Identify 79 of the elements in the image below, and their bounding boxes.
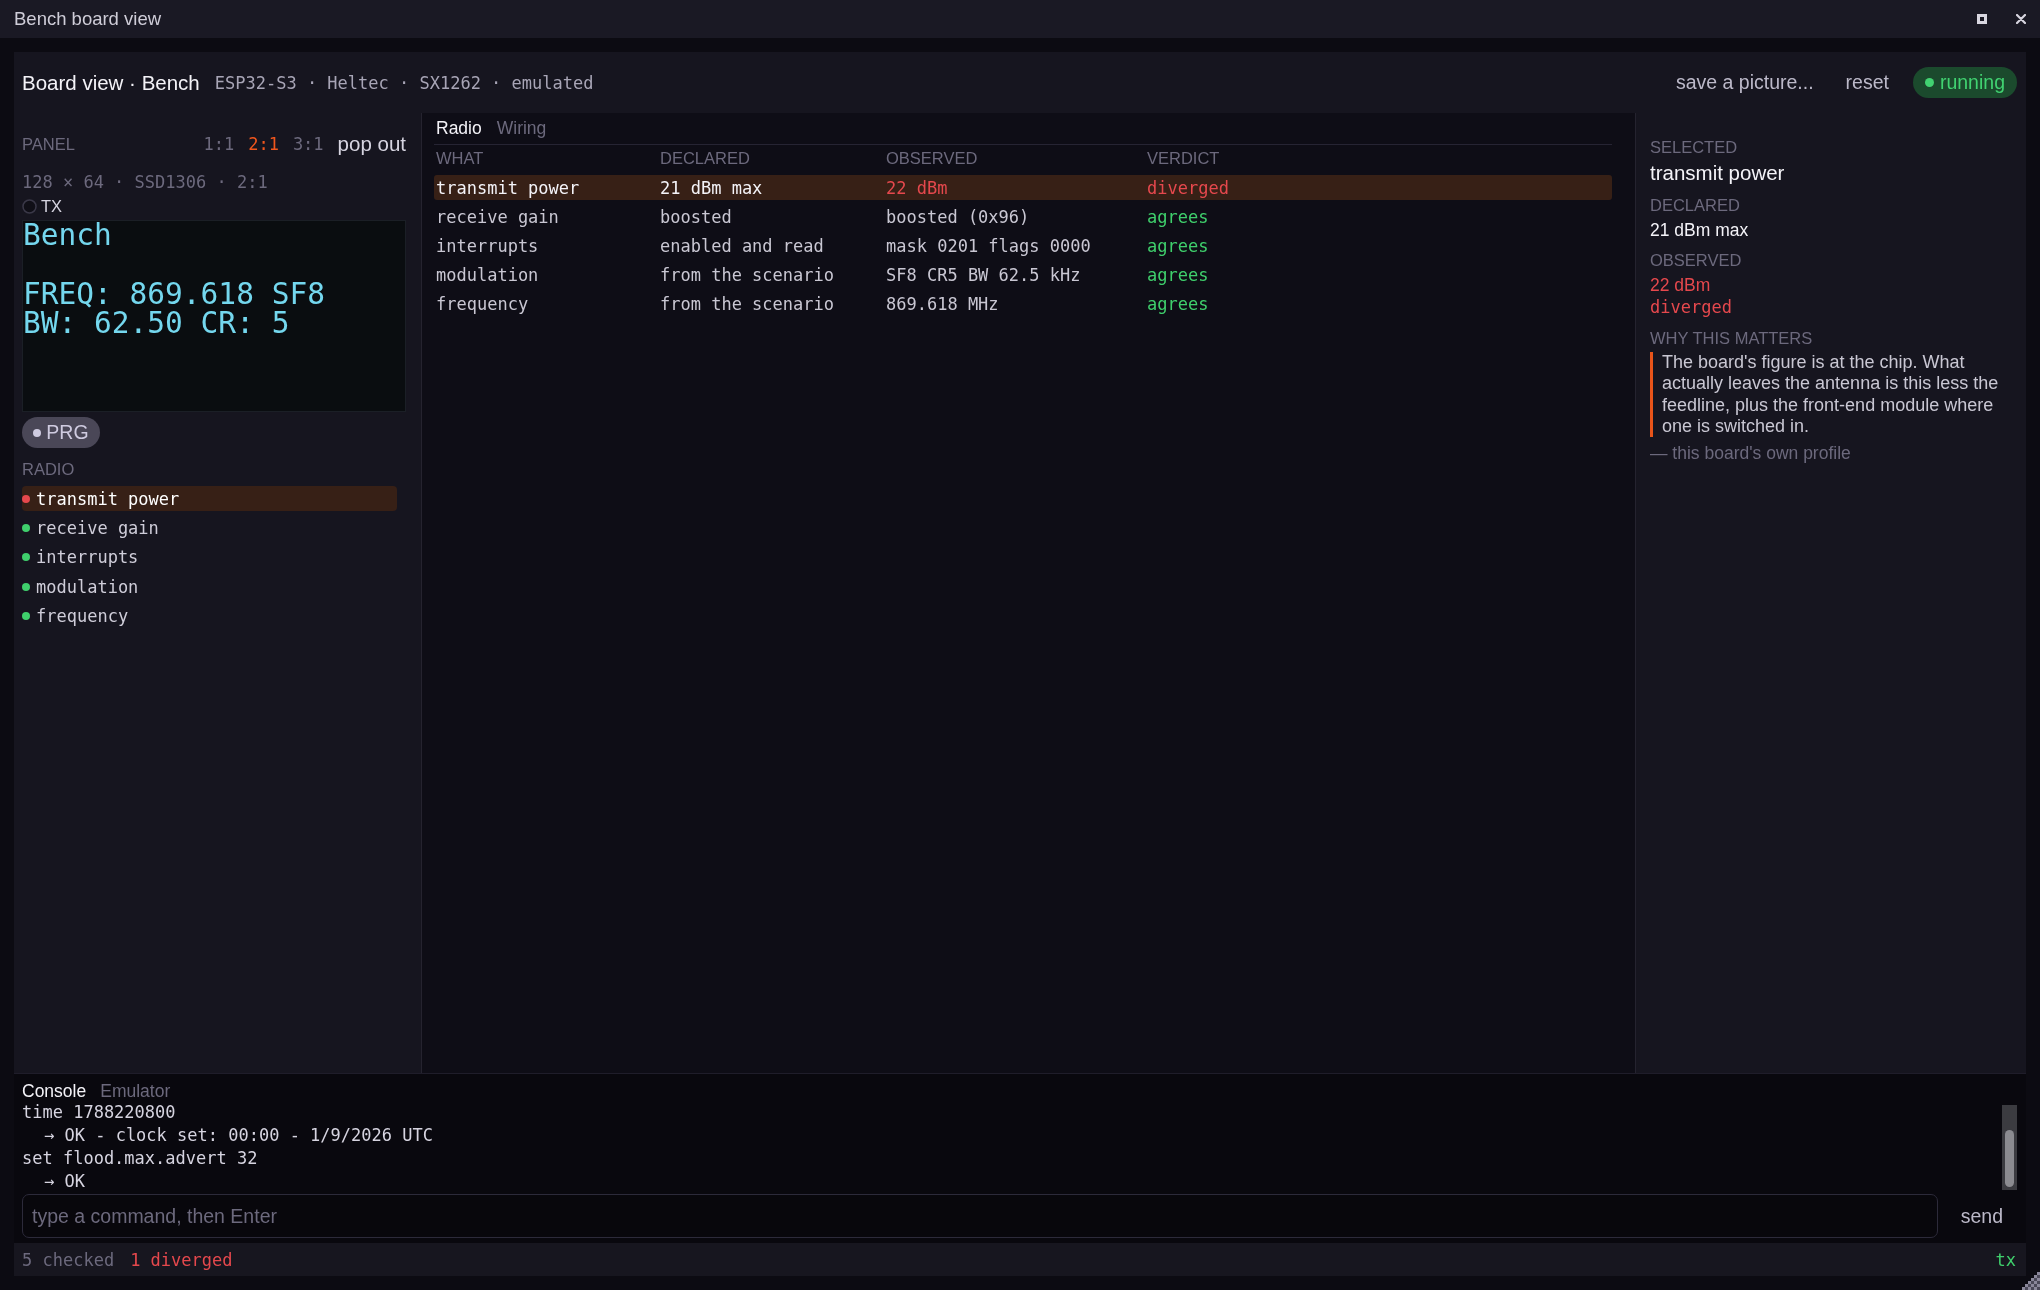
- source-text: — this board's own profile: [1650, 443, 1851, 464]
- log-line: set flood.max.advert 32: [22, 1147, 258, 1170]
- table-cell-text: receive gain: [436, 206, 560, 227]
- radio-list-item[interactable]: modulation: [22, 574, 397, 600]
- section-label: RADIO: [22, 460, 75, 478]
- radio-list-item[interactable]: interrupts: [22, 544, 397, 570]
- radio-list-item[interactable]: transmit power: [22, 486, 397, 511]
- log-line: → OK: [44, 1170, 85, 1193]
- detail-value: 22 dBm: [1650, 275, 1711, 295]
- table-cell-text: 869.618 MHz: [886, 294, 1000, 315]
- board-info: ESP32-S3 · Heltec · SX1262 · emulated: [214, 72, 594, 93]
- table-row[interactable]: transmit power 21 dBm max 22 dBm diverged: [434, 175, 1612, 200]
- maximize-icon[interactable]: [1977, 14, 1987, 24]
- dot-icon: [33, 428, 42, 437]
- table-cell-text: boosted (0x96): [886, 206, 1031, 227]
- column-header: OBSERVED: [886, 148, 979, 168]
- table-cell-text: agrees: [1147, 265, 1210, 286]
- table-cell-text: frequency: [436, 294, 530, 315]
- log-line: time 1788220800: [22, 1101, 176, 1124]
- reset-button[interactable]: reset: [1845, 71, 1889, 94]
- checked-count: 5 checked: [22, 1249, 115, 1270]
- oled-line: FREQ: 869.618 SF8: [23, 279, 325, 310]
- table-cell-text: enabled and read: [660, 235, 825, 256]
- oled-line: BW: 62.50 CR: 5: [23, 309, 290, 339]
- tab[interactable]: Console: [22, 1080, 87, 1102]
- detail-value: transmit power: [1650, 161, 1785, 185]
- oled-heading: Bench: [23, 221, 112, 251]
- table-cell-text: from the scenario: [660, 265, 835, 286]
- table-cell-text: agrees: [1147, 294, 1210, 315]
- table-cell-text: agrees: [1147, 235, 1210, 256]
- status-dot-icon: [1924, 78, 1934, 87]
- table-cell-text: 21 dBm max: [660, 177, 764, 198]
- table-cell-text: mask 0201 flags 0000: [886, 235, 1092, 256]
- command-input[interactable]: type a command, then Enter: [22, 1194, 1938, 1238]
- verdict-text: diverged: [1650, 297, 1732, 317]
- table-cell-text: SF8 CR5 BW 62.5 kHz: [886, 265, 1082, 286]
- close-icon[interactable]: [2016, 14, 2026, 24]
- column-header: WHAT: [436, 148, 485, 168]
- radio-list-item[interactable]: receive gain: [22, 515, 397, 541]
- panel-label: PANEL: [22, 135, 75, 153]
- table-cell-text: boosted: [660, 206, 733, 227]
- detail-label: SELECTED: [1650, 137, 1738, 157]
- column-header: DECLARED: [660, 148, 751, 168]
- window-title: Bench board view: [14, 8, 162, 30]
- table-row[interactable]: frequency from the scenario 869.618 MHz agrees: [434, 291, 1612, 317]
- table-row[interactable]: interrupts enabled and read mask 0201 flags 0000 agrees: [434, 233, 1612, 259]
- prg-button[interactable]: PRG: [22, 417, 100, 448]
- table-row[interactable]: receive gain boosted boosted (0x96) agrees: [434, 204, 1612, 230]
- table-cell-text: interrupts: [436, 235, 540, 256]
- table-row[interactable]: modulation from the scenario SF8 CR5 BW 62.5 kHz agrees: [434, 262, 1612, 288]
- table-cell-text: diverged: [1147, 177, 1230, 198]
- detail-value: 21 dBm max: [1650, 220, 1749, 240]
- section-label: WHY THIS MATTERS: [1650, 328, 1813, 348]
- column-header: VERDICT: [1147, 148, 1221, 168]
- tab[interactable]: Wiring: [496, 118, 547, 139]
- resize-grip-icon[interactable]: [2022, 1272, 2040, 1290]
- table-cell-text: modulation: [436, 265, 540, 286]
- save-picture-button[interactable]: save a picture...: [1675, 71, 1814, 94]
- tx-indicator: tx: [1995, 1249, 2016, 1270]
- quote-text: The board's figure is at the chip. What actually leaves the antenna is this less the feedline, plus the front-end module where one is switched in.: [1650, 352, 2012, 438]
- radio-list-item[interactable]: frequency: [22, 603, 397, 629]
- led-label: TX: [41, 196, 63, 216]
- log-line: → OK - clock set: 00:00 - 1/9/2026 UTC: [44, 1124, 433, 1147]
- detail-label: DECLARED: [1650, 195, 1740, 215]
- table-cell-text: 22 dBm: [886, 177, 949, 198]
- status-label: running: [1939, 71, 2005, 94]
- scale-option[interactable]: 2:1: [248, 134, 279, 154]
- send-button[interactable]: send: [1960, 1204, 2003, 1228]
- scrollbar[interactable]: [2002, 1105, 2017, 1190]
- table-cell-text: agrees: [1147, 206, 1210, 227]
- page-title: Board view · Bench: [22, 70, 200, 95]
- diverged-count: 1 diverged: [130, 1249, 233, 1270]
- tab[interactable]: Emulator: [100, 1080, 171, 1102]
- table-cell-text: transmit power: [436, 177, 581, 198]
- pop-out-button[interactable]: pop out: [337, 132, 406, 156]
- tab[interactable]: Radio: [436, 118, 482, 139]
- table-cell-text: from the scenario: [660, 294, 835, 315]
- display-spec: 128 × 64 · SSD1306 · 2:1: [22, 172, 268, 192]
- detail-label: OBSERVED: [1650, 250, 1742, 270]
